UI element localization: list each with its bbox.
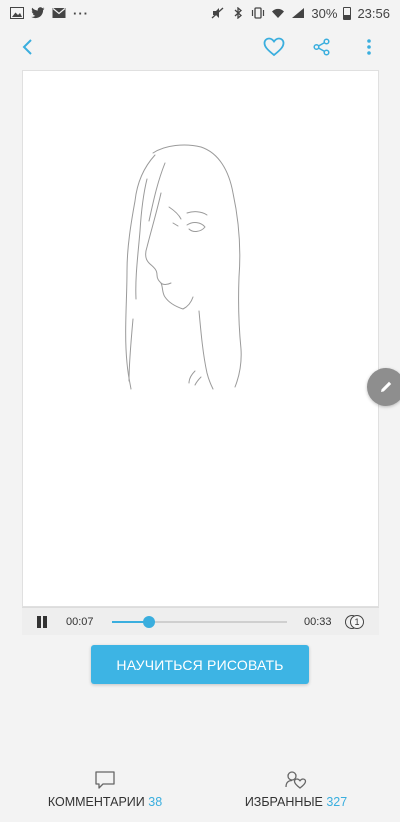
total-time: 00:33 [304, 616, 332, 628]
playback-bar: 00:07 00:33 1 [22, 607, 379, 635]
favorites-icon [285, 771, 307, 789]
vibrate-icon [252, 7, 265, 19]
comments-count: 38 [148, 795, 163, 809]
share-icon [313, 38, 330, 56]
heart-icon [263, 37, 285, 57]
slider-thumb[interactable] [142, 616, 155, 628]
wifi-icon [272, 8, 285, 18]
share-button[interactable] [309, 34, 335, 60]
mute-icon [211, 7, 224, 19]
progress-slider[interactable] [112, 616, 287, 628]
signal-icon [292, 8, 305, 18]
back-button[interactable] [14, 34, 40, 60]
bluetooth-icon [234, 7, 243, 19]
notification-icons: ··· [10, 6, 89, 21]
favorites-tab[interactable]: ИЗБРАННЫЕ 327 [245, 770, 347, 809]
battery-icon [343, 6, 352, 20]
comments-tab[interactable]: КОММЕНТАРИИ 38 [48, 770, 162, 809]
more-dots-icon: ··· [73, 5, 89, 21]
overflow-menu-icon [367, 39, 371, 55]
battery-percent: 30% [311, 5, 338, 21]
gallery-icon [10, 7, 24, 19]
bottom-bar: КОММЕНТАРИИ 38 ИЗБРАННЫЕ 327 [0, 770, 400, 822]
comments-label: КОММЕНТАРИИ [47, 795, 145, 809]
app-bar [0, 26, 400, 68]
drawing-canvas[interactable] [22, 70, 379, 607]
favorites-label: ИЗБРАННЫЕ [244, 795, 323, 809]
overflow-menu-button[interactable] [356, 34, 382, 60]
back-arrow-icon [22, 39, 32, 55]
pause-icon[interactable] [36, 616, 48, 628]
edit-fab[interactable] [367, 368, 400, 406]
speed-value: 1 [350, 615, 364, 629]
clock: 23:56 [357, 5, 390, 21]
twitter-icon [31, 7, 45, 19]
system-icons: 30% 23:56 [211, 6, 390, 21]
status-bar: ··· 30% 23:56 [0, 0, 400, 26]
sketch-drawing [125, 144, 242, 390]
learn-to-draw-button[interactable]: НАУЧИТЬСЯ РИСОВАТЬ [91, 645, 309, 684]
comment-icon [95, 771, 115, 789]
speed-button[interactable]: 1 [345, 614, 367, 630]
mail-icon [52, 8, 66, 18]
favorites-count: 327 [326, 795, 348, 809]
pencil-icon [381, 381, 392, 392]
favorite-button[interactable] [261, 34, 287, 60]
current-time: 00:07 [66, 616, 94, 628]
